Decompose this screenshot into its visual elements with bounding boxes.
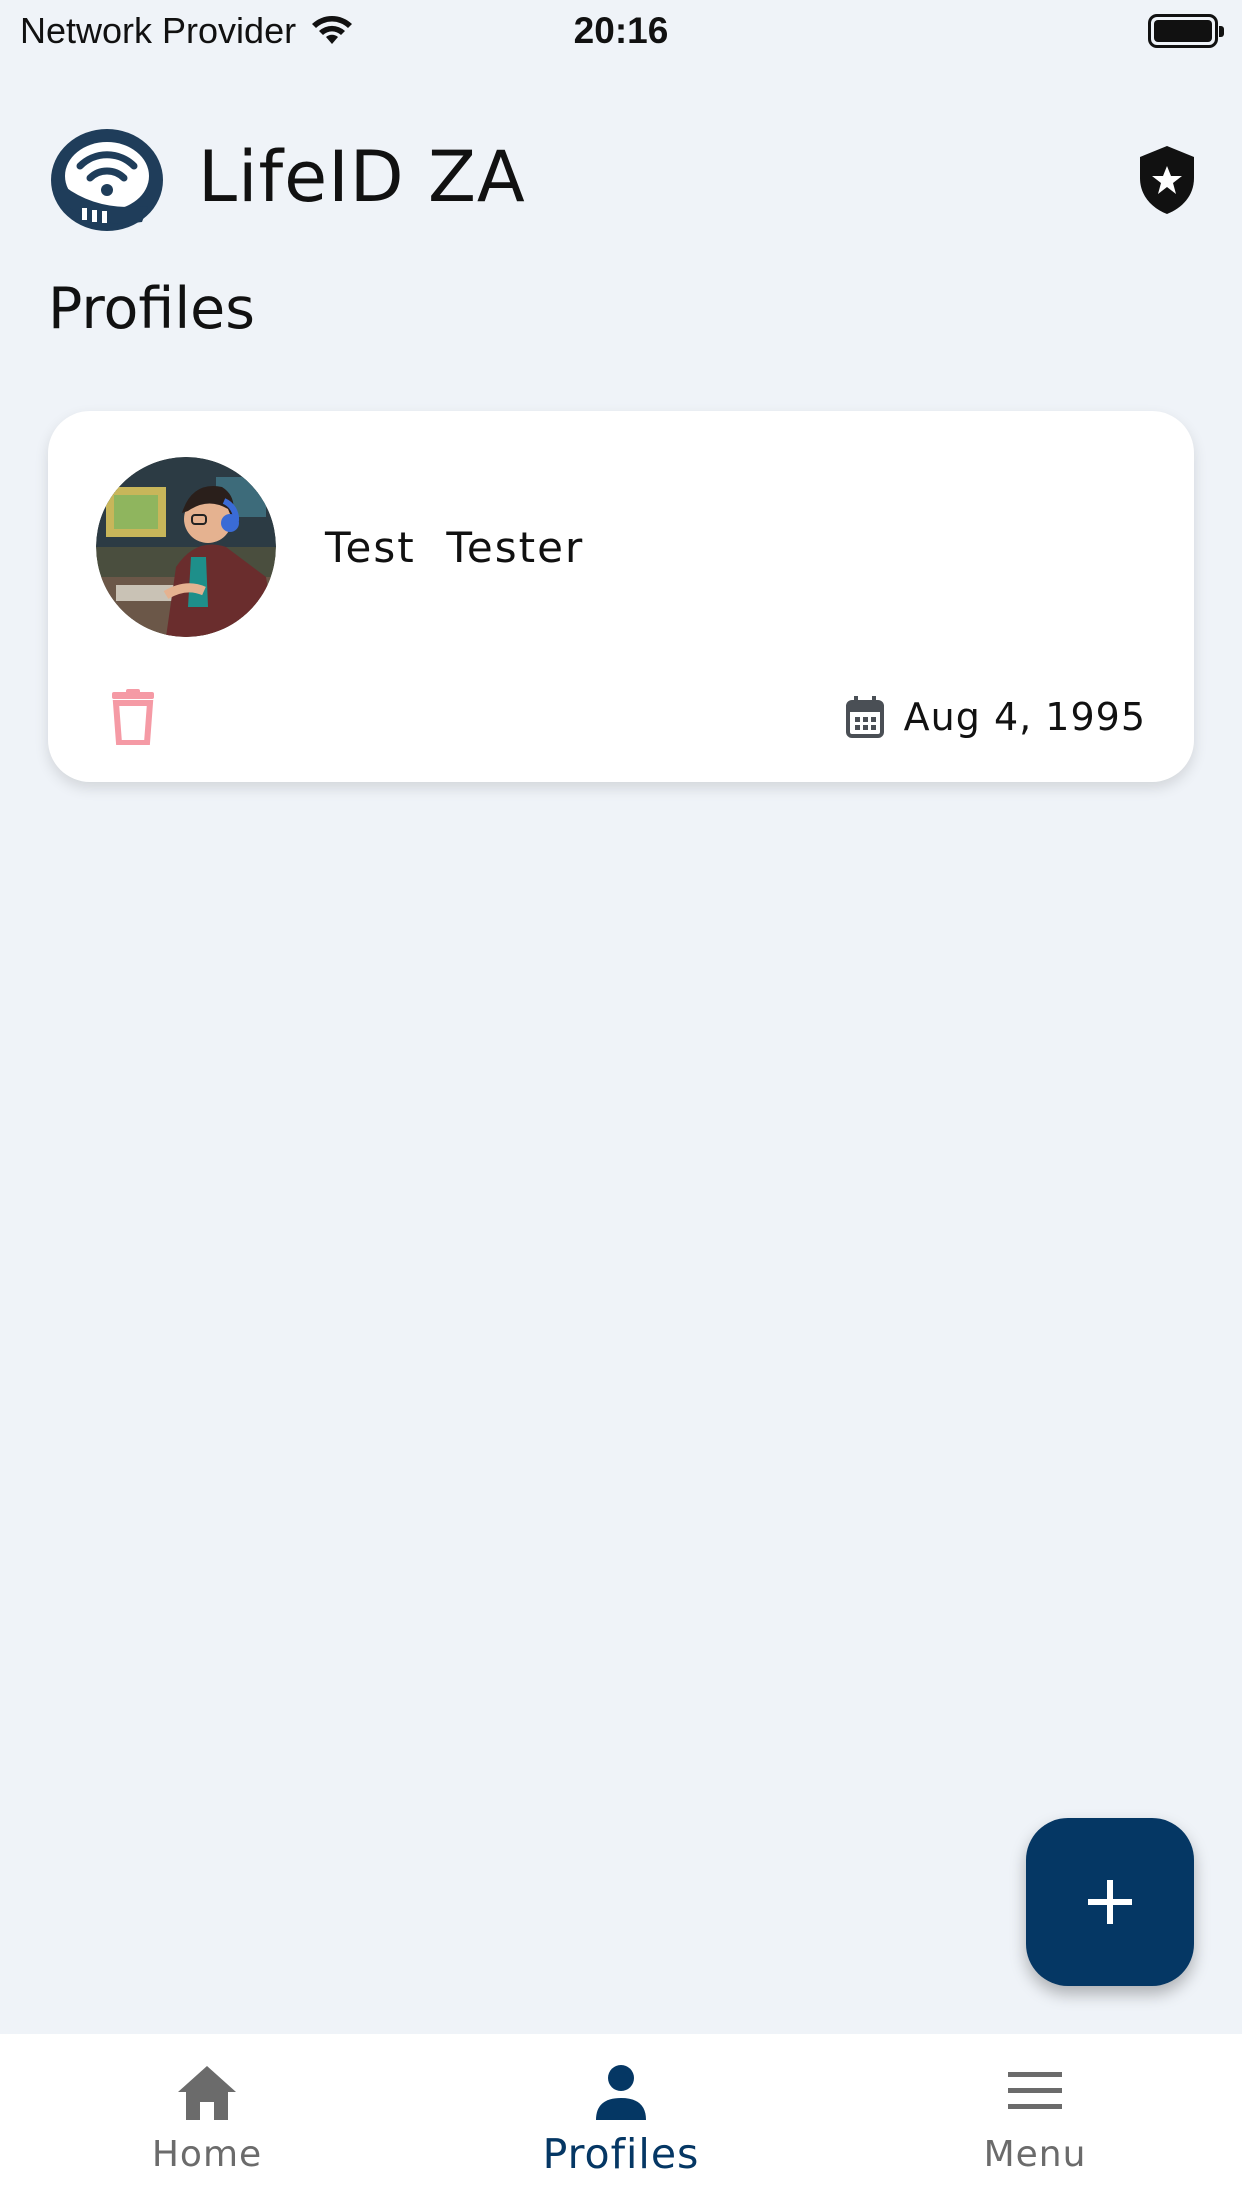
shield-star-icon[interactable]	[1136, 144, 1198, 216]
date-of-birth: Aug 4, 1995	[845, 695, 1146, 739]
person-icon	[596, 2065, 646, 2120]
profile-card[interactable]: Test Tester Aug 4, 1995	[48, 411, 1194, 782]
bottom-navigation: Home Profiles Menu	[0, 2034, 1242, 2208]
nav-label-home: Home	[151, 2134, 263, 2175]
avatar	[96, 457, 276, 637]
trash-icon[interactable]	[110, 689, 156, 745]
plus-icon	[1088, 1880, 1132, 1924]
nav-label-menu: Menu	[983, 2134, 1087, 2175]
home-icon	[178, 2066, 236, 2120]
nav-item-profiles[interactable]: Profiles	[414, 2034, 828, 2208]
calendar-icon	[845, 696, 884, 738]
nav-item-menu[interactable]: Menu	[828, 2034, 1242, 2208]
app-header: LifeID ZA	[48, 122, 1198, 242]
battery-icon	[1148, 14, 1224, 48]
lifeid-logo-icon	[51, 129, 163, 231]
app-title: LifeID ZA	[198, 136, 526, 218]
profile-name: Test Tester	[325, 523, 585, 572]
status-bar: Network Provider 20:16	[0, 0, 1242, 62]
page-title: Profiles	[48, 276, 255, 342]
hamburger-menu-icon	[1008, 2072, 1062, 2109]
nav-item-home[interactable]: Home	[0, 2034, 414, 2208]
add-profile-button[interactable]	[1026, 1818, 1194, 1986]
date-of-birth-text: Aug 4, 1995	[903, 695, 1146, 739]
nav-label-profiles: Profiles	[542, 2130, 700, 2178]
profiles-screen: Network Provider 20:16 LifeID ZA Profile…	[0, 0, 1242, 2208]
status-time: 20:16	[573, 10, 669, 51]
